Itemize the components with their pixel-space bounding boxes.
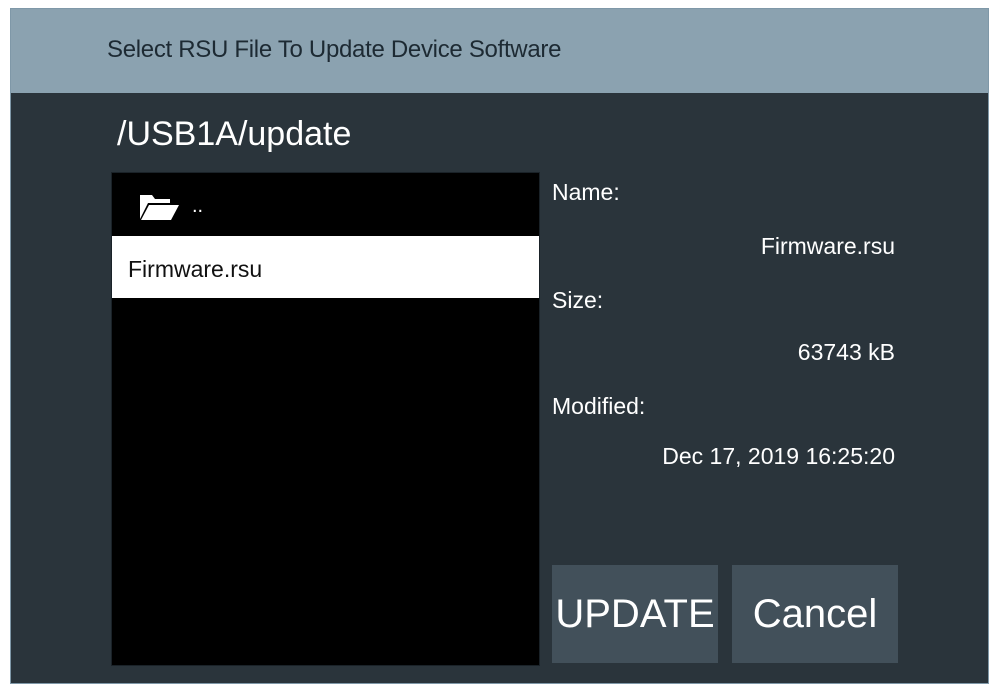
size-value: 63743 kB xyxy=(797,339,895,365)
rsu-file-dialog: Select RSU File To Update Device Softwar… xyxy=(10,8,989,684)
update-button[interactable]: UPDATE xyxy=(552,565,718,663)
modified-value: Dec 17, 2019 16:25:20 xyxy=(662,443,895,469)
file-list[interactable]: .. Firmware.rsu xyxy=(111,172,540,666)
name-label: Name: xyxy=(552,179,620,205)
dialog-titlebar: Select RSU File To Update Device Softwar… xyxy=(11,9,988,93)
modified-label: Modified: xyxy=(552,393,646,419)
current-path: /USB1A/update xyxy=(117,115,352,153)
file-name-label: Firmware.rsu xyxy=(128,256,263,282)
folder-open-icon xyxy=(140,195,179,220)
dialog-title: Select RSU File To Update Device Softwar… xyxy=(107,36,562,63)
list-item-file[interactable]: Firmware.rsu xyxy=(112,236,539,298)
cancel-button[interactable]: Cancel xyxy=(732,565,898,663)
size-label: Size: xyxy=(552,287,604,313)
list-item-parent-folder[interactable]: .. xyxy=(112,173,539,235)
name-value: Firmware.rsu xyxy=(760,233,895,259)
parent-folder-label: .. xyxy=(192,195,204,217)
